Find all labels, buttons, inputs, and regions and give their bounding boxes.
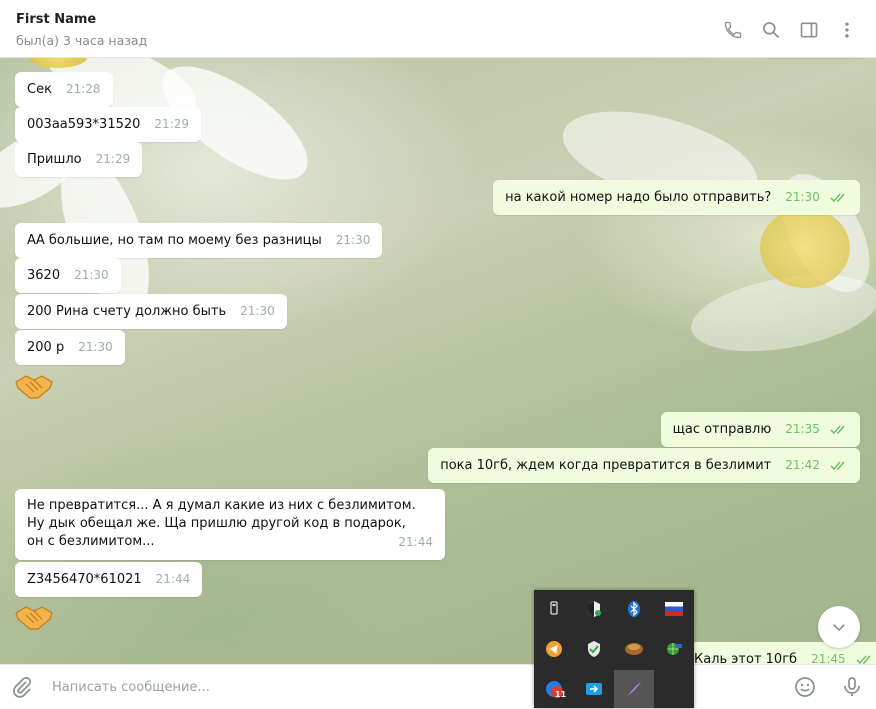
read-check-icon	[856, 655, 871, 664]
message-text: Каль этот 10гб	[694, 652, 798, 664]
message-bubble-incoming[interactable]: 200 Рина счету должно быть 21:30	[15, 294, 287, 329]
message-text: 3620	[27, 268, 61, 283]
calendar-badge-icon[interactable]: 11	[534, 670, 574, 708]
message-time: 21:30	[785, 190, 820, 204]
tray-badge-count: 11	[555, 690, 567, 699]
message-bubble-incoming[interactable]: Сек 21:28	[15, 72, 113, 107]
system-tray-popup: 11	[534, 590, 694, 708]
chat-header: First Name был(а) 3 часа назад	[0, 0, 876, 58]
language-flag-icon[interactable]	[654, 590, 694, 628]
disk-utility-icon[interactable]	[614, 630, 654, 668]
header-actions	[714, 18, 866, 42]
message-bubble-outgoing[interactable]: щас отправлю 21:35	[660, 412, 860, 447]
network-icon[interactable]	[654, 630, 694, 668]
message-input[interactable]: Написать сообщение...	[52, 680, 210, 695]
message-bubble-outgoing[interactable]: на какой номер надо было отправить? 21:30	[493, 180, 860, 215]
pen-feather-icon[interactable]	[614, 670, 654, 708]
message-bubble-incoming[interactable]: 3620 21:30	[15, 258, 121, 293]
message-time: 21:30	[78, 340, 113, 354]
chevron-down-icon	[833, 624, 845, 632]
message-time: 21:44	[398, 535, 433, 549]
message-time: 21:29	[95, 152, 131, 166]
message-time: 21:35	[785, 422, 820, 436]
message-text: Пришло	[27, 152, 82, 167]
message-text: Z3456470*61021	[27, 572, 142, 587]
message-time: 21:44	[155, 572, 191, 586]
microphone-icon[interactable]	[840, 675, 864, 699]
paperclip-icon[interactable]	[10, 675, 34, 699]
message-time: 21:45	[811, 652, 846, 664]
phone-icon[interactable]	[714, 18, 752, 42]
message-time: 21:28	[65, 82, 101, 96]
read-check-icon	[830, 193, 845, 202]
chat-area[interactable]: Сек 21:28 003aa593*31520 21:29 Пришло 21:29…	[0, 58, 876, 664]
sidebar-toggle-icon[interactable]	[790, 18, 828, 42]
message-text: 003aa593*31520	[27, 117, 141, 132]
background-flower-center	[760, 208, 850, 288]
message-text: 200 Рина счету должно быть	[27, 304, 227, 319]
scroll-to-bottom-button[interactable]	[818, 606, 860, 648]
message-bubble-incoming[interactable]: Пришло 21:29	[15, 142, 143, 177]
usb-drive-icon[interactable]	[534, 590, 574, 628]
message-bubble-incoming[interactable]: 003aa593*31520 21:29	[15, 107, 202, 142]
more-options-icon[interactable]	[828, 18, 866, 42]
message-bubble-outgoing[interactable]: пока 10гб, ждем когда превратится в безл…	[428, 448, 860, 483]
read-check-icon	[830, 425, 845, 434]
message-text: пока 10гб, ждем когда превратится в безл…	[440, 458, 772, 473]
message-composer: Написать сообщение...	[0, 664, 876, 709]
bluetooth-icon[interactable]	[614, 590, 654, 628]
message-bubble-incoming[interactable]: Не превратится... А я думал какие из них…	[15, 489, 445, 560]
message-text: Сек	[27, 82, 52, 97]
read-check-icon	[830, 461, 845, 470]
message-bubble-incoming[interactable]: Z3456470*61021 21:44	[15, 562, 203, 597]
message-time: 21:30	[74, 268, 109, 282]
message-time: 21:42	[785, 458, 820, 472]
contact-name[interactable]: First Name	[16, 12, 96, 27]
smiley-icon[interactable]	[793, 675, 817, 699]
security-shield-icon[interactable]	[574, 590, 614, 628]
message-time: 21:30	[335, 233, 371, 247]
antivirus-icon[interactable]	[574, 630, 614, 668]
message-text: АА большие, но там по моему без разницы	[27, 233, 322, 248]
message-bubble-incoming[interactable]: 200 р 21:30	[15, 330, 125, 365]
remote-desktop-icon[interactable]	[574, 670, 614, 708]
telegram-tray-icon[interactable]	[534, 630, 574, 668]
message-bubble-incoming[interactable]: АА большие, но там по моему без разницы 2…	[15, 223, 383, 258]
message-text: 200 р	[27, 340, 65, 355]
search-icon[interactable]	[752, 18, 790, 42]
message-text: щас отправлю	[672, 422, 772, 437]
contact-status: был(а) 3 часа назад	[16, 33, 148, 48]
message-text: на какой номер надо было отправить?	[505, 190, 772, 205]
message-time: 21:30	[240, 304, 275, 318]
handshake-emoji-icon[interactable]	[14, 603, 54, 631]
handshake-emoji-icon[interactable]	[14, 372, 54, 400]
message-time: 21:29	[154, 117, 190, 131]
